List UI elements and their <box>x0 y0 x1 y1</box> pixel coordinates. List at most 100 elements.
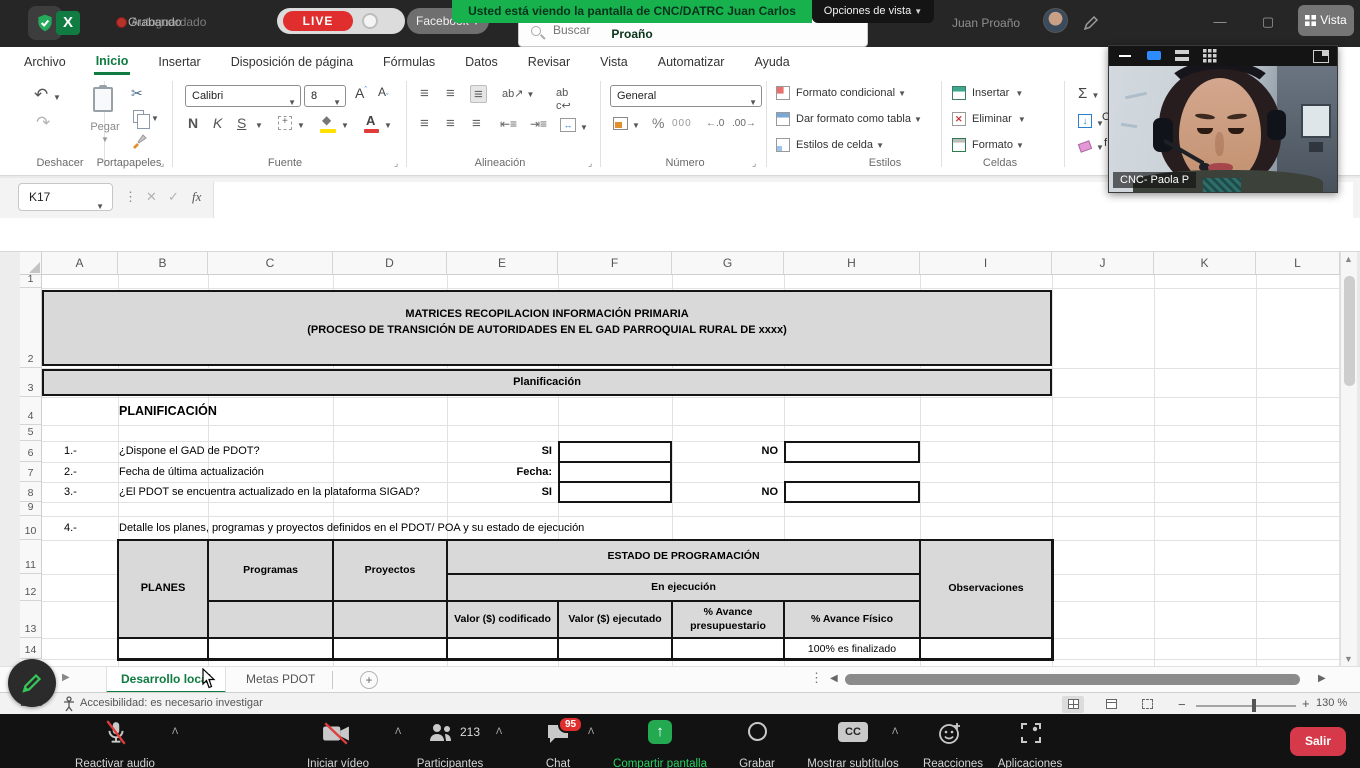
table-row-cell[interactable] <box>920 638 1052 659</box>
col-header-E[interactable]: E <box>447 252 558 275</box>
participants-options-icon[interactable]: ᐱ <box>496 726 502 737</box>
table-header-valor-ejecutado[interactable]: Valor ($) ejecutado <box>558 601 672 638</box>
table-header-en-ejecucion[interactable]: En ejecución <box>447 574 920 601</box>
alineacion-dialog-launcher[interactable]: ⌟ <box>588 158 592 169</box>
underline-button[interactable]: S <box>237 115 246 131</box>
table-cell-empty[interactable] <box>333 601 447 638</box>
col-header-K[interactable]: K <box>1154 252 1256 275</box>
matrix-title-cell[interactable]: MATRICES RECOPILACION INFORMACIÓN PRIMAR… <box>42 290 1052 366</box>
q4-text-cell[interactable]: Detalle los planes, programas y proyecto… <box>119 516 584 540</box>
clear-button[interactable] <box>1078 140 1092 153</box>
col-header-A[interactable]: A <box>42 252 118 275</box>
scrollbar-resize-handle[interactable]: ⋮ <box>810 670 823 686</box>
fuente-dialog-launcher[interactable]: ⌟ <box>394 158 398 169</box>
q1-number-cell[interactable]: 1.- <box>64 441 77 462</box>
increase-indent-button[interactable]: ⇥≡ <box>530 117 547 131</box>
percent-style-button[interactable]: % <box>652 115 664 131</box>
row-header-5[interactable]: 5 <box>20 425 42 441</box>
numero-dialog-launcher[interactable]: ⌟ <box>752 158 756 169</box>
q3-si-label[interactable]: SI <box>447 482 556 503</box>
table-header-valor-codificado[interactable]: Valor ($) codificado <box>447 601 558 638</box>
fill-down-button[interactable]: ↓ <box>1078 114 1092 128</box>
copy-icon[interactable] <box>133 110 144 123</box>
tab-inicio[interactable]: Inicio <box>94 50 131 75</box>
format-painter-icon[interactable] <box>131 133 147 149</box>
borders-dropdown-icon[interactable]: ▼ <box>297 121 305 130</box>
col-header-G[interactable]: G <box>672 252 784 275</box>
col-header-C[interactable]: C <box>208 252 333 275</box>
table-header-avance-fisico[interactable]: % Avance Físico <box>784 601 920 638</box>
q4-number-cell[interactable]: 4.- <box>64 516 77 540</box>
font-size-combo[interactable]: 8▼ <box>304 85 346 107</box>
camera-options-icon[interactable]: ᐱ <box>395 726 401 737</box>
record-button[interactable]: Grabar <box>722 758 792 768</box>
table-row-cell[interactable] <box>333 638 447 659</box>
search-input[interactable] <box>553 23 833 37</box>
q1-si-answer-box[interactable] <box>558 441 672 463</box>
undo-button[interactable]: ↶ ▼ <box>34 85 61 105</box>
annotate-pen-icon[interactable] <box>1082 14 1100 32</box>
delete-cells-button[interactable]: Eliminar ▼ <box>972 113 1026 125</box>
apps-button[interactable]: Aplicaciones <box>985 758 1075 768</box>
view-options-button[interactable]: Opciones de vista ▼ <box>812 0 934 23</box>
table-cell-empty[interactable] <box>208 601 333 638</box>
grid-view-icon[interactable] <box>1203 49 1217 63</box>
align-top-button[interactable]: ≡ <box>420 87 429 101</box>
vertical-scrollbar[interactable]: ▲ ▼ <box>1340 252 1357 666</box>
camera-off-icon[interactable] <box>322 722 350 746</box>
hscroll-right-icon[interactable]: ▶ <box>1318 673 1326 684</box>
row-header-14[interactable]: 14 <box>20 638 42 659</box>
scroll-up-icon[interactable]: ▲ <box>1344 254 1353 264</box>
font-color-dropdown-icon[interactable]: ▼ <box>384 121 392 130</box>
cancel-entry-icon[interactable]: ✕ <box>146 189 157 205</box>
fill-color-icon[interactable]: ◆ <box>322 113 331 127</box>
row-header-11[interactable]: 11 <box>20 540 42 574</box>
heading-cell[interactable]: PLANIFICACIÓN <box>119 397 217 425</box>
col-header-H[interactable]: H <box>784 252 920 275</box>
normal-view-icon[interactable] <box>1062 696 1084 713</box>
italic-button[interactable]: K <box>213 115 222 131</box>
accessibility-status[interactable]: Accesibilidad: es necesario investigar <box>80 697 263 709</box>
unmute-button[interactable]: Reactivar audio <box>55 758 175 768</box>
q3-text-cell[interactable]: ¿El PDOT se encuentra actualizado en la … <box>119 482 420 503</box>
copy-dropdown-icon[interactable]: ▼ <box>151 114 159 123</box>
row-header-4[interactable]: 4 <box>20 397 42 425</box>
spreadsheet[interactable]: A B C D E F G H I J K L 1 2 3 4 5 6 7 8 … <box>20 252 1340 666</box>
table-row-cell[interactable] <box>558 638 672 659</box>
table-header-planes[interactable]: PLANES <box>118 540 208 638</box>
q1-text-cell[interactable]: ¿Dispone el GAD de PDOT? <box>119 441 260 462</box>
tab-automatizar[interactable]: Automatizar <box>656 51 727 73</box>
captions-button[interactable]: Mostrar subtítulos <box>798 758 908 768</box>
captions-options-icon[interactable]: ᐱ <box>892 726 898 737</box>
mic-options-icon[interactable]: ᐱ <box>172 726 178 737</box>
leave-meeting-button[interactable]: Salir <box>1290 727 1346 756</box>
reactions-icon[interactable] <box>938 721 962 745</box>
q1-no-label[interactable]: NO <box>672 441 782 462</box>
add-sheet-button[interactable]: + <box>360 671 378 689</box>
page-break-view-icon[interactable] <box>1136 696 1158 713</box>
cut-icon[interactable]: ✂ <box>131 85 143 102</box>
col-header-F[interactable]: F <box>558 252 672 275</box>
q3-number-cell[interactable]: 3.- <box>64 482 77 503</box>
zoom-out-icon[interactable]: − <box>1178 697 1186 712</box>
decrease-decimal-button[interactable]: .00→ <box>732 118 756 129</box>
participants-button[interactable]: Participantes <box>395 758 505 768</box>
vertical-scroll-thumb[interactable] <box>1344 276 1355 386</box>
bold-button[interactable]: N <box>188 115 198 131</box>
share-screen-button[interactable]: Compartir pantalla <box>605 758 715 768</box>
col-header-D[interactable]: D <box>333 252 447 275</box>
chat-options-icon[interactable]: ᐱ <box>588 726 594 737</box>
align-left-button[interactable]: ≡ <box>420 117 429 131</box>
row-header-3[interactable]: 3 <box>20 368 42 397</box>
portapapeles-dialog-launcher[interactable]: ⌟ <box>160 158 164 169</box>
redo-button[interactable]: ↷ <box>36 113 50 133</box>
merge-center-button[interactable]: ↔ <box>560 118 576 132</box>
captions-icon[interactable]: CC <box>838 722 868 742</box>
autosum-button[interactable]: Σ ▼ <box>1078 85 1099 102</box>
horizontal-scroll-thumb[interactable] <box>845 674 1300 685</box>
row-header-9[interactable]: 9 <box>20 502 42 516</box>
row-header-12[interactable]: 12 <box>20 574 42 601</box>
find-label-partial[interactable]: f <box>1104 137 1107 149</box>
apps-icon[interactable] <box>1020 722 1042 744</box>
q2-answer-box[interactable] <box>558 461 672 483</box>
